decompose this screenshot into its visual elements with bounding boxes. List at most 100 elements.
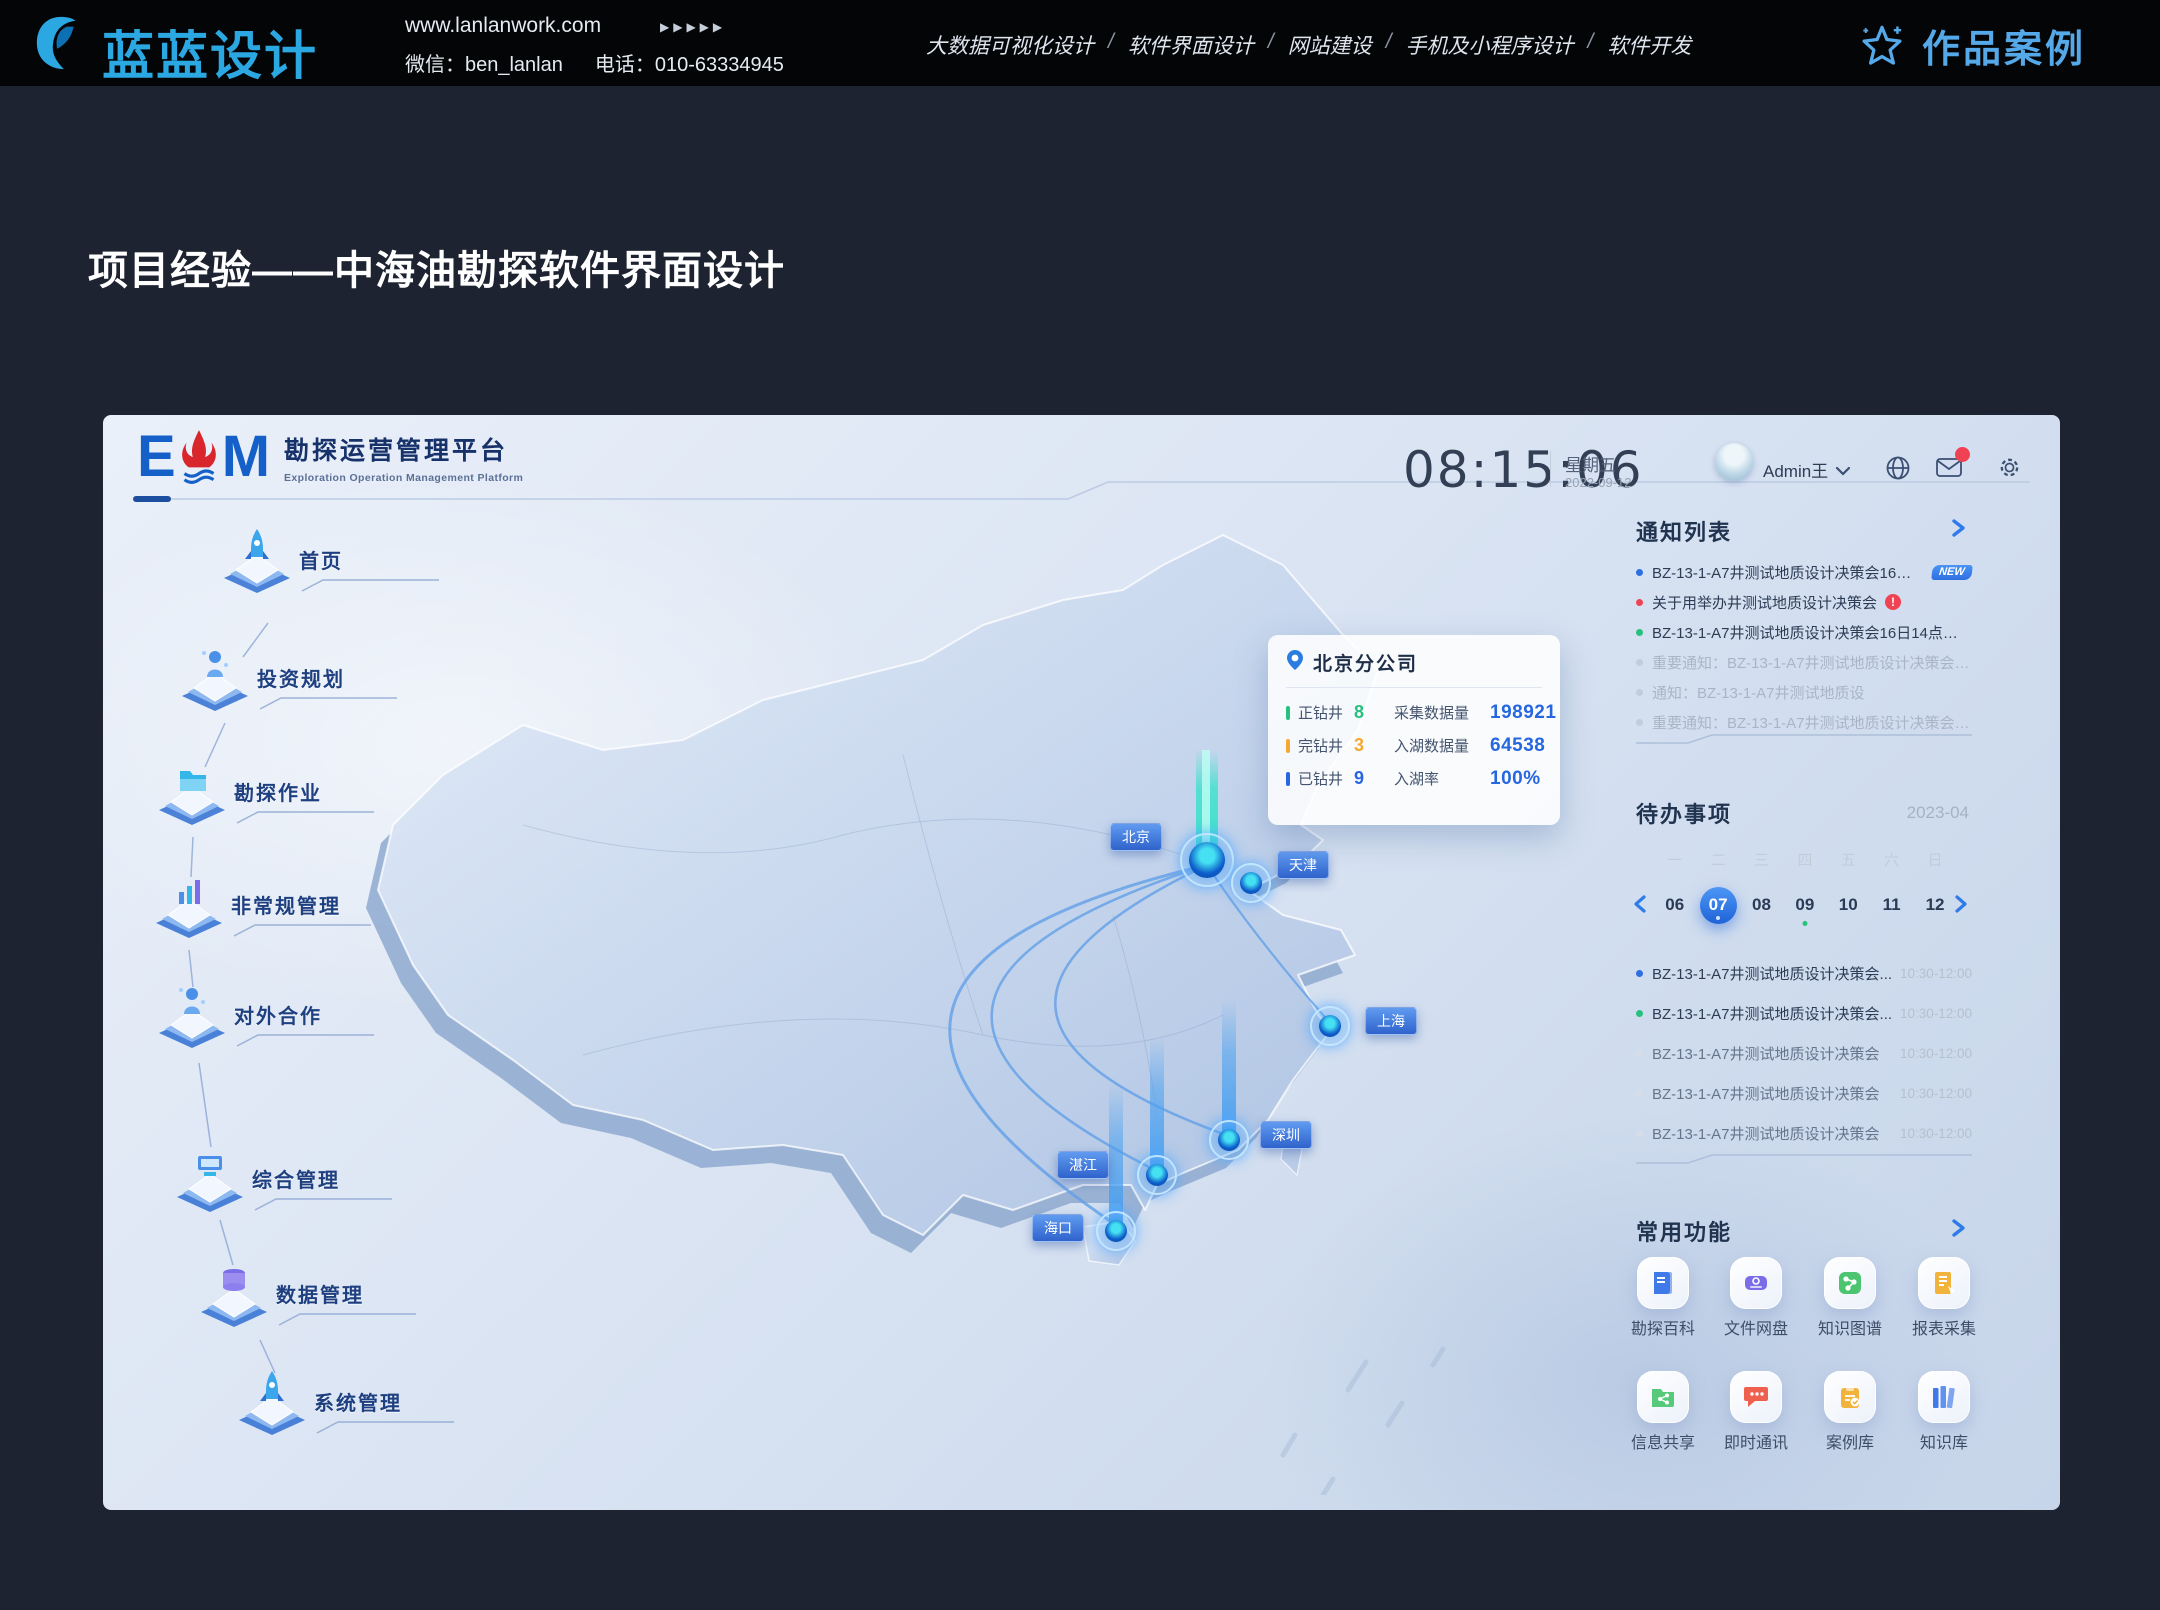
todo-item[interactable]: BZ-13-1-A7井测试地质设计决策会10:30-12:00 (1636, 1073, 1972, 1113)
marker-core (1105, 1220, 1127, 1242)
sidebar-item-label: 数据管理 (276, 1279, 418, 1308)
stat-label: 正钻井 (1298, 702, 1354, 723)
sidebar-label-underline (234, 1032, 376, 1053)
stat-label: 完钻井 (1298, 735, 1354, 756)
weekday-label: 五 (1827, 849, 1870, 870)
function-books-icon[interactable] (1918, 1371, 1970, 1423)
popup-divider (1286, 687, 1542, 688)
globe-icon[interactable] (1885, 455, 1911, 486)
city-marker-深圳[interactable] (1209, 1120, 1249, 1160)
nav-item-3[interactable]: 手机及小程序设计 (1406, 30, 1574, 60)
calendar-date-12[interactable]: 12 (1913, 883, 1956, 927)
city-label-上海[interactable]: 上海 (1365, 1007, 1417, 1035)
nav-item-0[interactable]: 大数据可视化设计 (926, 30, 1094, 60)
metric-label: 入湖率 (1394, 768, 1490, 789)
sidebar-label-block: 对外合作 (234, 1000, 376, 1053)
sidebar-label-block: 综合管理 (252, 1164, 394, 1217)
todo-dot (1636, 970, 1643, 977)
brand-name: 蓝蓝设计 (102, 14, 318, 89)
sidebar-item-首页[interactable]: 首页 (221, 527, 441, 602)
popup-stats: 正钻井8采集数据量198921完钻井3入湖数据量64538已钻井9入湖率100% (1286, 696, 1542, 795)
sidebar-item-系统管理[interactable]: 系统管理 (236, 1369, 456, 1444)
todo-item[interactable]: BZ-13-1-A7井测试地质设计决策会...10:30-12:00 (1636, 953, 1972, 993)
todo-item[interactable]: BZ-13-1-A7井测试地质设计决策会...10:30-12:00 (1636, 993, 1972, 1033)
notification-dot (1636, 719, 1643, 726)
sidebar-label-block: 投资规划 (257, 663, 399, 716)
function-book-icon[interactable] (1637, 1257, 1689, 1309)
notifications-more-arrow-icon[interactable] (1951, 519, 1967, 542)
city-marker-海口[interactable] (1096, 1211, 1136, 1251)
function-chat-icon[interactable] (1730, 1371, 1782, 1423)
data-icon (198, 1261, 270, 1336)
weekday-label: 一 (1653, 849, 1696, 870)
star-icon (1856, 20, 1908, 72)
date-number: 10 (1839, 895, 1858, 915)
todo-text: BZ-13-1-A7井测试地质设计决策会 (1652, 1043, 1880, 1064)
sidebar-item-数据管理[interactable]: 数据管理 (198, 1261, 418, 1336)
todo-item[interactable]: BZ-13-1-A7井测试地质设计决策会10:30-12:00 (1636, 1113, 1972, 1153)
city-label-湛江[interactable]: 湛江 (1057, 1151, 1109, 1179)
city-marker-湛江[interactable] (1137, 1155, 1177, 1195)
notification-item[interactable]: BZ-13-1-A7井测试地质设计决策会16日14点开始！ (1636, 617, 1972, 647)
weekday-label: 二 (1696, 849, 1739, 870)
city-marker-北京[interactable] (1180, 833, 1234, 887)
sidebar-item-投资规划[interactable]: 投资规划 (179, 645, 399, 720)
desk-icon (174, 1146, 246, 1221)
nav-item-1[interactable]: 软件界面设计 (1128, 30, 1254, 60)
arrows-decoration: ▶▶▶▶▶ (660, 20, 726, 34)
calendar-date-11[interactable]: 11 (1870, 883, 1913, 927)
notification-item[interactable]: BZ-13-1-A7井测试地质设计决策会16日14点开始NEW (1636, 557, 1972, 587)
wechat-label: 微信：ben_lanlan (405, 48, 563, 77)
date-number: 11 (1883, 895, 1901, 915)
function-drive-icon[interactable] (1730, 1257, 1782, 1309)
chevron-down-icon[interactable] (1835, 463, 1851, 481)
nav-item-4[interactable]: 软件开发 (1607, 30, 1691, 60)
calendar-date-10[interactable]: 10 (1827, 883, 1870, 927)
new-badge: NEW (1932, 565, 1973, 580)
avatar[interactable] (1715, 443, 1753, 481)
user-name[interactable]: Admin王 (1763, 457, 1828, 482)
notification-dot (1636, 629, 1643, 636)
sidebar-item-综合管理[interactable]: 综合管理 (174, 1146, 394, 1221)
todo-text: BZ-13-1-A7井测试地质设计决策会... (1652, 1003, 1892, 1024)
notification-item[interactable]: 重要通知：BZ-13-1-A7井测试地质设计决策会16日14... (1636, 647, 1972, 677)
calendar-prev-icon[interactable] (1633, 895, 1646, 918)
nav-item-2[interactable]: 网站建设 (1288, 30, 1372, 60)
calendar-date-08[interactable]: 08 (1740, 883, 1783, 927)
notification-item[interactable]: 通知：BZ-13-1-A7井测试地质设 (1636, 677, 1972, 707)
logo-letter-e: E (137, 427, 176, 487)
calendar-date-09[interactable]: 09 (1783, 883, 1826, 927)
function-share-folder-icon[interactable] (1637, 1371, 1689, 1423)
function-label: 案例库 (1802, 1429, 1898, 1453)
sidebar-item-对外合作[interactable]: 对外合作 (156, 982, 376, 1057)
sidebar-item-勘探作业[interactable]: 勘探作业 (156, 759, 376, 834)
mail-badge (1955, 447, 1970, 462)
sidebar-item-非常规管理[interactable]: 非常规管理 (153, 872, 373, 947)
todo-item[interactable]: BZ-13-1-A7井测试地质设计决策会10:30-12:00 (1636, 1033, 1972, 1073)
functions-more-arrow-icon[interactable] (1951, 1219, 1967, 1242)
phone-label: 电话：010-63334945 (595, 48, 784, 77)
calendar-date-07[interactable]: 07 (1696, 883, 1739, 927)
marker-core (1319, 1015, 1341, 1037)
calendar-date-06[interactable]: 06 (1653, 883, 1696, 927)
city-marker-天津[interactable] (1231, 863, 1271, 903)
website-url[interactable]: www.lanlanwork.com (405, 14, 601, 38)
city-label-天津[interactable]: 天津 (1277, 851, 1329, 879)
function-graph-icon[interactable] (1824, 1257, 1876, 1309)
sidebar-label-underline (276, 1311, 418, 1332)
portfolio-link[interactable]: 作品案例 (1856, 18, 2086, 73)
city-marker-上海[interactable] (1310, 1006, 1350, 1046)
function-label: 即时通讯 (1708, 1429, 1804, 1453)
city-label-深圳[interactable]: 深圳 (1260, 1121, 1312, 1149)
city-label-北京[interactable]: 北京 (1110, 823, 1162, 851)
city-label-海口[interactable]: 海口 (1032, 1214, 1084, 1242)
notification-item[interactable]: 关于用举办井测试地质设计决策会! (1636, 587, 1972, 617)
popup-stat-row: 正钻井8采集数据量198921 (1286, 696, 1542, 729)
weekday-label: 六 (1870, 849, 1913, 870)
function-report-icon[interactable] (1918, 1257, 1970, 1309)
function-case-icon[interactable] (1824, 1371, 1876, 1423)
sidebar-label-block: 系统管理 (314, 1387, 456, 1440)
gear-icon[interactable] (1997, 455, 2022, 485)
metric-label: 采集数据量 (1394, 702, 1490, 723)
calendar-next-icon[interactable] (1955, 895, 1968, 918)
